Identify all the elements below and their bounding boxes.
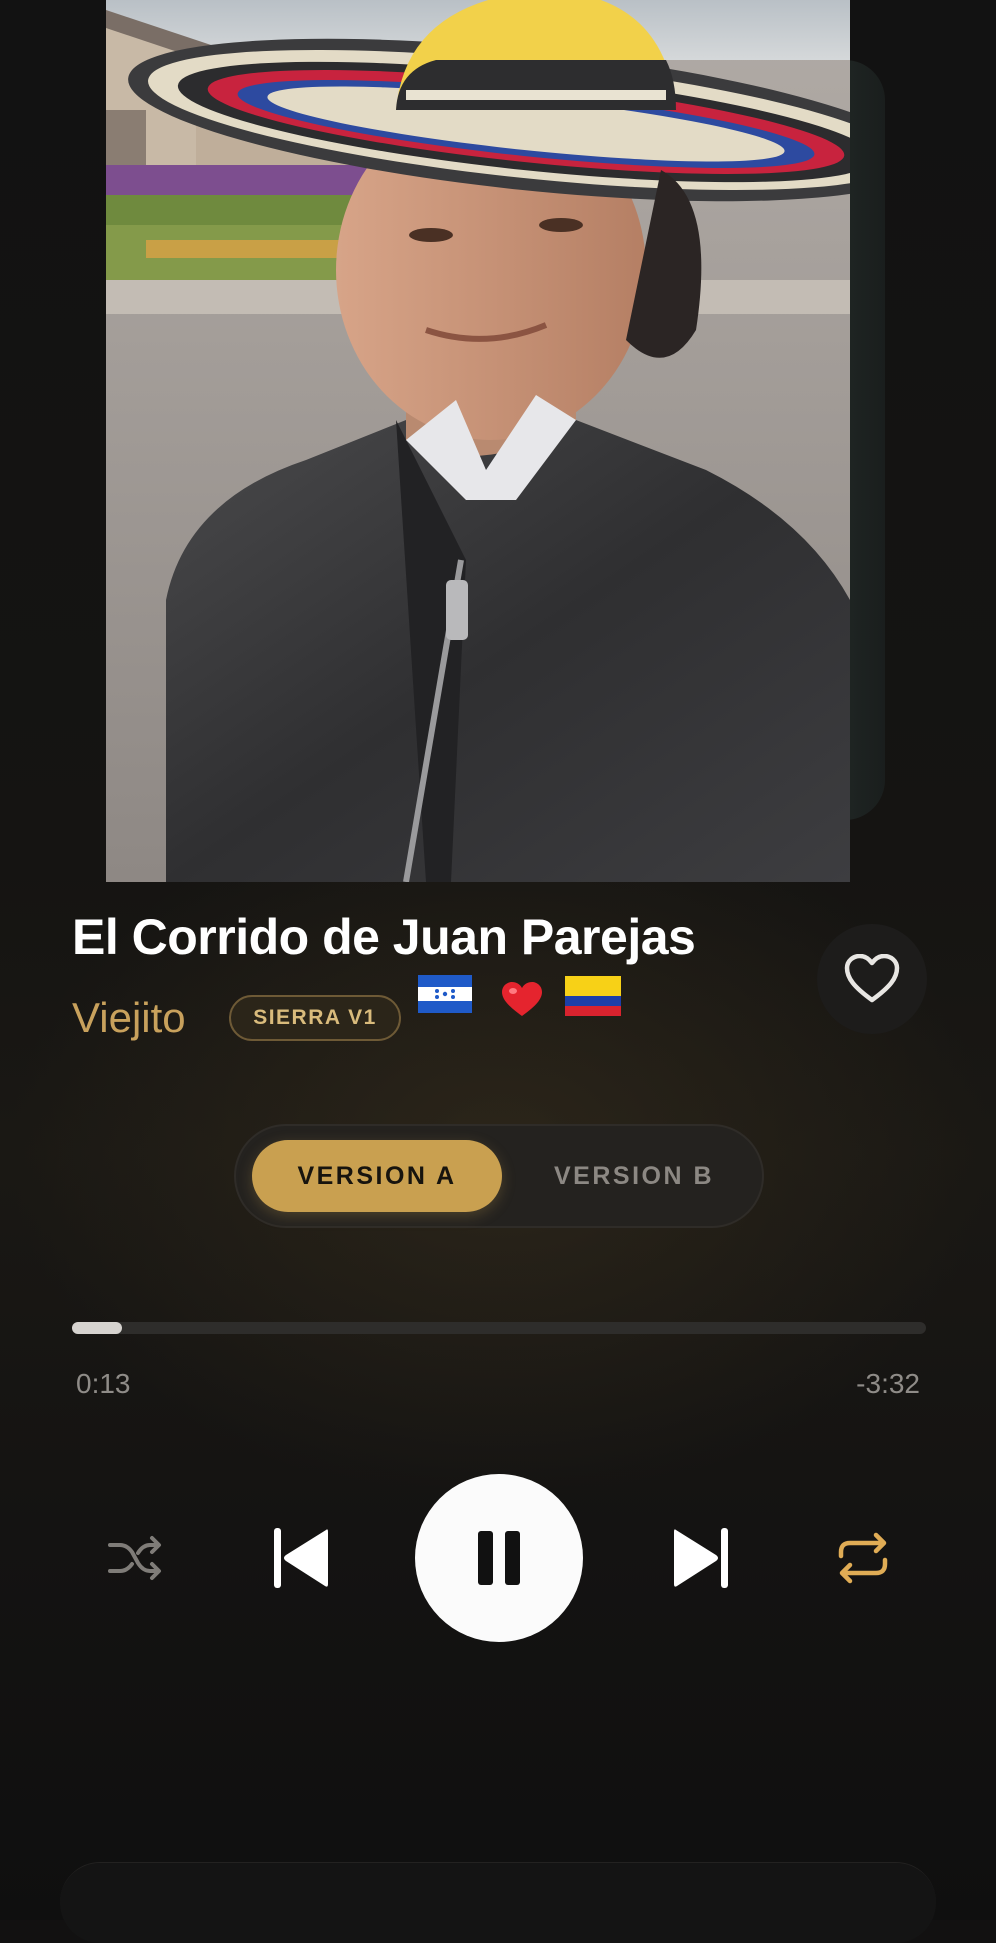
honduras-flag-emoji — [418, 975, 472, 1018]
track-title: El Corrido de Juan Parejas — [72, 909, 696, 965]
version-b-tab[interactable]: VERSION B — [516, 1140, 752, 1212]
bottom-sheet-edge — [60, 1862, 936, 1943]
play-pause-button[interactable] — [415, 1474, 583, 1642]
shuffle-icon — [108, 1536, 161, 1580]
next-button[interactable] — [670, 1524, 734, 1592]
artist-name[interactable]: Viejito — [72, 994, 186, 1042]
red-heart-emoji — [502, 982, 542, 1023]
heart-outline-icon — [844, 954, 900, 1003]
shuffle-button[interactable] — [106, 1528, 164, 1588]
skip-previous-icon — [274, 1528, 328, 1588]
version-toggle: VERSION A VERSION B — [234, 1124, 764, 1228]
like-button[interactable] — [817, 924, 927, 1034]
pause-icon — [478, 1531, 520, 1585]
model-badge: SIERRA V1 — [229, 995, 401, 1041]
repeat-button[interactable] — [834, 1528, 892, 1588]
remaining-time: -3:32 — [856, 1368, 920, 1399]
honduras-flag-icon — [418, 975, 472, 1013]
skip-next-icon — [674, 1528, 728, 1588]
album-artwork — [106, 0, 850, 882]
elapsed-time: 0:13 — [76, 1368, 131, 1399]
progress-fill — [72, 1322, 122, 1334]
progress-bar[interactable] — [72, 1322, 926, 1334]
artwork-photo — [106, 0, 850, 882]
colombia-flag-emoji — [565, 976, 621, 1021]
repeat-icon — [838, 1532, 888, 1584]
version-a-tab[interactable]: VERSION A — [252, 1140, 502, 1212]
previous-button[interactable] — [268, 1524, 332, 1592]
red-heart-icon — [502, 982, 542, 1016]
colombia-flag-icon — [565, 976, 621, 1016]
